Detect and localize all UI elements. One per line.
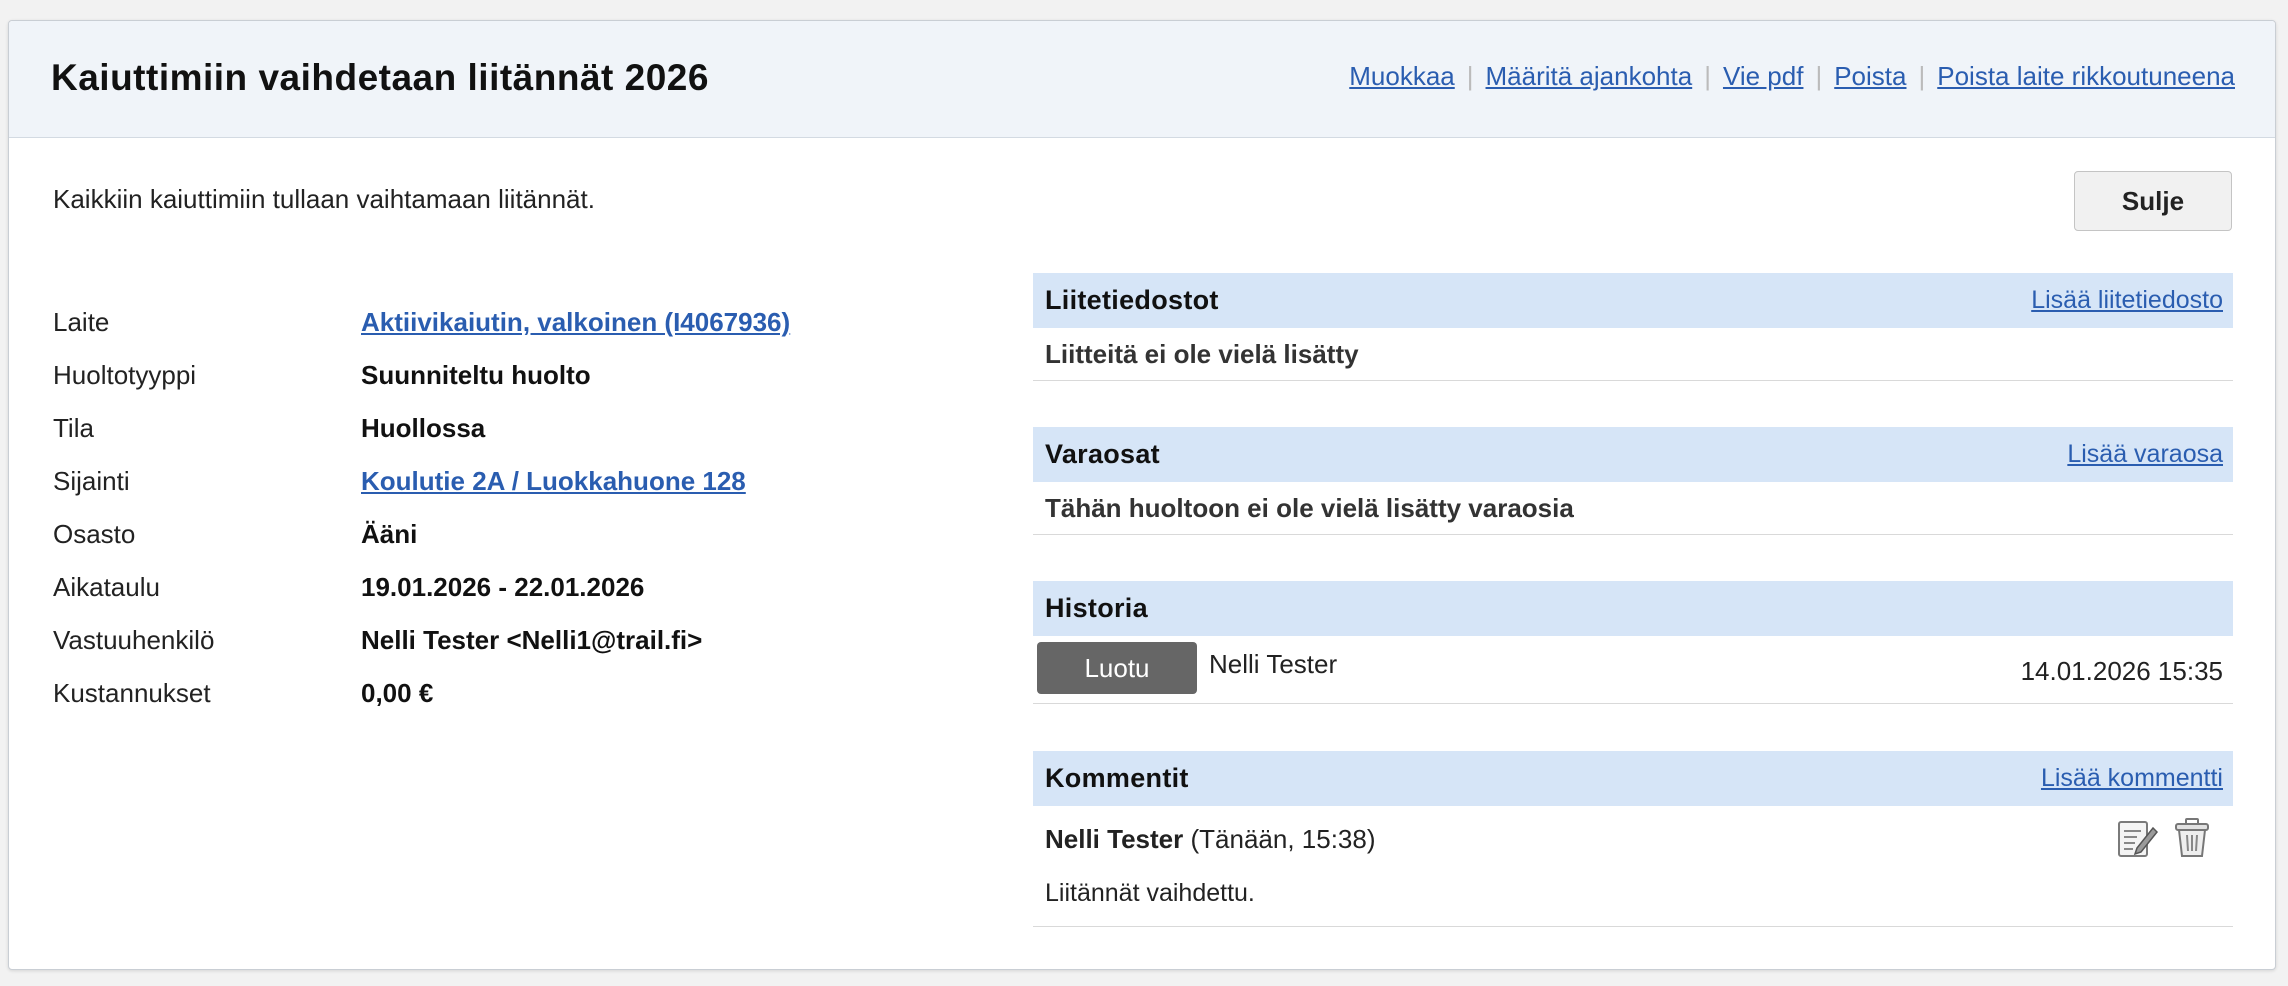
edit-note-icon[interactable] (2115, 816, 2159, 865)
service-description: Kaikkiin kaiuttimiin tullaan vaihtamaan … (53, 184, 595, 214)
add-attachment-link[interactable]: Lisää liitetiedosto (2031, 286, 2223, 315)
info-label: Osasto (53, 519, 136, 549)
delete-link[interactable]: Poista (1834, 61, 1906, 92)
attachments-body: Liitteitä ei ole vielä lisätty (1033, 328, 2233, 381)
add-spare-part-link[interactable]: Lisää varaosa (2067, 440, 2223, 469)
comment-meta: Nelli Tester (Tänään, 15:38) (1045, 824, 1376, 855)
device-link[interactable]: Aktiivikaiutin, valkoinen (I4067936) (361, 307, 790, 338)
info-label: Sijainti (53, 466, 130, 496)
section-title: Varaosat (1045, 439, 1160, 469)
comment-item: Nelli Tester (Tänään, 15:38) Liitännät v… (1033, 806, 2233, 927)
info-value: Suunniteltu huolto (361, 360, 591, 390)
panel-header: Kaiuttimiin vaihdetaan liitännät 2026 Mu… (9, 21, 2275, 138)
section-title: Liitetiedostot (1045, 285, 1219, 315)
comments-header: Kommentit Lisää kommentti (1033, 751, 2233, 806)
info-value: 19.01.2026 - 22.01.2026 (361, 572, 645, 602)
spare-parts-body: Tähän huoltoon ei ole vielä lisätty vara… (1033, 482, 2233, 535)
info-label: Tila (53, 413, 94, 443)
history-header: Historia (1033, 581, 2233, 636)
close-button[interactable]: Sulje (2074, 171, 2232, 231)
history-entry: Luotu Nelli Tester 14.01.2026 15:35 (1033, 636, 2233, 704)
status-badge: Luotu (1037, 642, 1197, 694)
info-label: Kustannukset (53, 678, 211, 708)
separator: | (1704, 61, 1711, 91)
comment-author: Nelli Tester (1045, 824, 1184, 854)
info-label: Huoltotyyppi (53, 360, 197, 390)
edit-link[interactable]: Muokkaa (1349, 61, 1455, 92)
info-value: Ääni (361, 519, 418, 549)
attachments-header: Liitetiedostot Lisää liitetiedosto (1033, 273, 2233, 328)
info-value: Nelli Tester <Nelli1@trail.fi> (361, 625, 703, 655)
page-title: Kaiuttimiin vaihdetaan liitännät 2026 (51, 57, 709, 98)
attachments-empty-note: Liitteitä ei ole vielä lisätty (1045, 339, 1359, 369)
history-user: Nelli Tester (1209, 649, 1338, 679)
info-label: Aikataulu (53, 572, 160, 602)
comment-time: (Tänään, 15:38) (1190, 824, 1376, 854)
comment-text: Liitännät vaihdettu. (1045, 879, 1255, 907)
export-pdf-link[interactable]: Vie pdf (1723, 61, 1803, 92)
comment-actions (2115, 816, 2211, 865)
set-schedule-link[interactable]: Määritä ajankohta (1486, 61, 1693, 92)
service-detail-panel: Kaiuttimiin vaihdetaan liitännät 2026 Mu… (8, 20, 2276, 970)
attachments-section: Liitetiedostot Lisää liitetiedosto Liitt… (1033, 273, 2233, 381)
spare-parts-header: Varaosat Lisää varaosa (1033, 427, 2233, 482)
section-title: Kommentit (1045, 763, 1189, 793)
info-label: Vastuuhenkilö (53, 625, 215, 655)
spare-parts-section: Varaosat Lisää varaosa Tähän huoltoon ei… (1033, 427, 2233, 535)
section-title: Historia (1045, 593, 1148, 623)
info-value: 0,00 € (361, 678, 434, 708)
spare-parts-empty-note: Tähän huoltoon ei ole vielä lisätty vara… (1045, 493, 1574, 523)
delete-broken-link[interactable]: Poista laite rikkoutuneena (1937, 61, 2235, 92)
separator: | (1918, 61, 1926, 91)
trash-icon[interactable] (2173, 816, 2211, 865)
add-comment-link[interactable]: Lisää kommentti (2041, 764, 2223, 793)
separator: | (1466, 61, 1474, 91)
location-link[interactable]: Koulutie 2A / Luokkahuone 128 (361, 466, 746, 497)
history-timestamp: 14.01.2026 15:35 (2020, 656, 2223, 686)
separator: | (1815, 61, 1823, 91)
info-value: Huollossa (361, 413, 486, 443)
comments-section: Kommentit Lisää kommentti Nelli Tester (… (1033, 751, 2233, 927)
history-section: Historia Luotu Nelli Tester 14.01.2026 1… (1033, 581, 2233, 704)
header-actions: Muokkaa | Määritä ajankohta | Vie pdf | … (1349, 61, 2235, 92)
info-label: Laite (53, 307, 110, 337)
